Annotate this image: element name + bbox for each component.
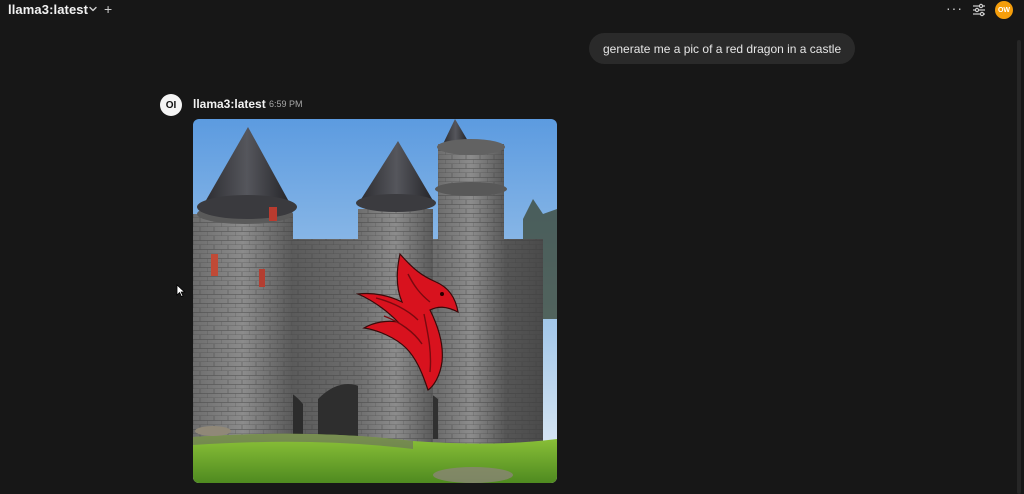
assistant-model-name: llama3:latest	[193, 97, 266, 111]
chevron-down-icon[interactable]	[88, 4, 98, 14]
header: llama3:latest + ··· OW	[0, 0, 1024, 22]
castle-dragon-image	[193, 119, 557, 483]
mouse-cursor-icon	[176, 284, 186, 298]
user-message-text: generate me a pic of a red dragon in a c…	[603, 41, 842, 56]
assistant-logo-icon: OI	[160, 94, 182, 116]
plus-icon[interactable]: +	[104, 2, 112, 16]
sliders-icon[interactable]	[972, 3, 986, 17]
ellipsis-icon[interactable]: ···	[946, 0, 963, 16]
chat-app: llama3:latest + ··· OW generate me a pic…	[0, 0, 1024, 494]
scrollbar[interactable]	[1017, 40, 1021, 494]
model-selector-label[interactable]: llama3:latest	[8, 2, 88, 17]
generated-image[interactable]	[193, 119, 557, 483]
user-avatar[interactable]: OW	[995, 1, 1013, 19]
user-message-bubble: generate me a pic of a red dragon in a c…	[589, 33, 856, 64]
message-timestamp: 6:59 PM	[269, 99, 303, 109]
